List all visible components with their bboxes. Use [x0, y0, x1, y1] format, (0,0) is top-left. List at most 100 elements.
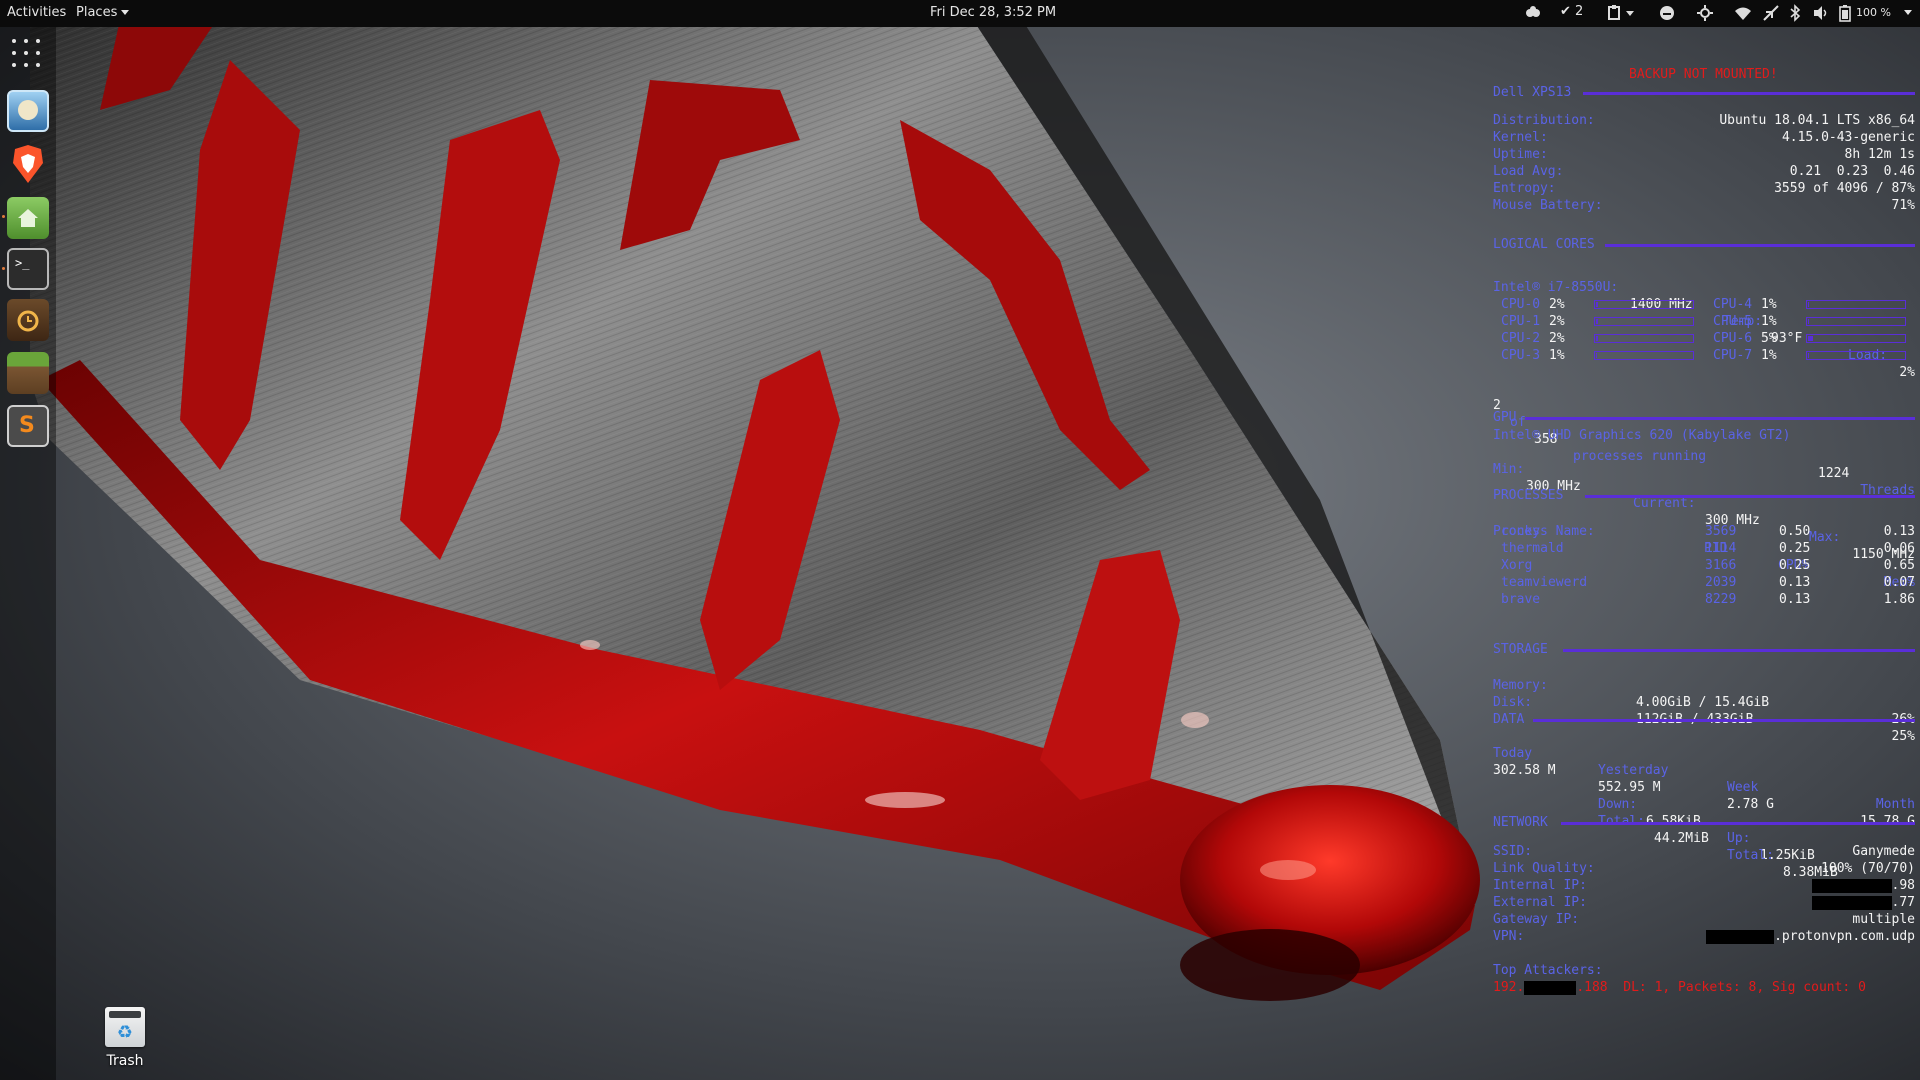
- gateway-label: Gateway IP:: [1493, 912, 1580, 927]
- clock[interactable]: Fri Dec 28, 3:52 PM: [930, 5, 1056, 20]
- threads-count: 1224: [1818, 466, 1850, 481]
- divider: [1525, 417, 1915, 420]
- backup-warning: BACKUP NOT MOUNTED!: [1629, 67, 1778, 82]
- cpu-value: 2%: [1549, 331, 1565, 346]
- volume-icon[interactable]: [1812, 4, 1830, 22]
- redacted-block: [1811, 895, 1892, 910]
- redacted-block: [1524, 980, 1577, 995]
- cpu-usage-fill: [1808, 319, 1809, 324]
- cpu-value: 2%: [1549, 314, 1565, 329]
- house-icon: [18, 209, 38, 227]
- cpu-usage-bar: [1806, 317, 1906, 326]
- cpu-usage-bar: [1594, 351, 1694, 360]
- cloud-sync-icon[interactable]: [1658, 4, 1676, 22]
- data-label-yesterday: Yesterday: [1598, 763, 1669, 778]
- sys-label: Kernel:: [1493, 130, 1548, 145]
- night-light-icon[interactable]: [1696, 4, 1714, 22]
- sys-value: 8h 12m 1s: [1844, 147, 1915, 162]
- gateway-value: multiple: [1852, 912, 1915, 927]
- cpu-usage-bar: [1806, 351, 1906, 360]
- cpu-label: CPU-2: [1501, 331, 1541, 346]
- table-row: teamviewerd 2039 0.13 0.07: [1493, 574, 1915, 591]
- cpu-usage-bar: [1594, 317, 1694, 326]
- process-name: brave: [1501, 592, 1541, 607]
- divider: [1561, 822, 1915, 825]
- home-folder-icon[interactable]: [7, 197, 49, 239]
- trash-label: Trash: [106, 1053, 144, 1069]
- ssid-value: Ganymede: [1852, 844, 1915, 859]
- process-pid: 2039: [1705, 575, 1737, 590]
- storage-header: STORAGE: [1493, 642, 1548, 657]
- process-pid: 1114: [1705, 541, 1737, 556]
- dock: >_ S: [0, 27, 56, 1080]
- terminal-icon[interactable]: >_: [7, 248, 49, 290]
- cpu-label: CPU-5: [1713, 314, 1753, 329]
- battery-icon[interactable]: [1838, 4, 1852, 22]
- tasks-count: 2: [1575, 4, 1584, 19]
- process-mem: 0.13: [1883, 524, 1915, 539]
- link-value: 100% (70/70): [1821, 861, 1915, 876]
- wifi-icon[interactable]: [1734, 4, 1752, 22]
- cpu-label: CPU-6: [1713, 331, 1753, 346]
- system-menu-arrow-icon[interactable]: [1904, 10, 1912, 15]
- cpu-value: 1%: [1549, 348, 1565, 363]
- table-row: Xorg 3166 0.25 0.65: [1493, 557, 1915, 574]
- alarm-clock-icon[interactable]: [7, 299, 49, 341]
- table-row: brave 8229 0.13 1.86: [1493, 591, 1915, 608]
- cpu-usage-bar: [1594, 334, 1694, 343]
- data-header: DATA: [1493, 712, 1525, 727]
- sys-label: Entropy:: [1493, 181, 1556, 196]
- cpu-value: 1%: [1761, 348, 1777, 363]
- check-icon: ✔: [1560, 4, 1571, 19]
- process-name: thermald: [1501, 541, 1564, 556]
- attacker-rest: .188 DL: 1, Packets: 8, Sig count: 0: [1576, 980, 1866, 995]
- chevron-down-icon: [121, 10, 130, 15]
- memory-value: 4.00GiB / 15.4GiB: [1636, 695, 1770, 710]
- process-pid: 3569: [1705, 524, 1737, 539]
- brave-browser-icon[interactable]: [7, 143, 49, 185]
- process-name: Xorg: [1501, 558, 1533, 573]
- cpu-label: CPU-3: [1501, 348, 1541, 363]
- cpu-value: 5%: [1761, 331, 1777, 346]
- external-ip-suffix: .77: [1891, 895, 1915, 910]
- redacted-block: [1706, 929, 1775, 944]
- cpu-usage-fill: [1596, 353, 1597, 358]
- bluetooth-icon[interactable]: [1788, 4, 1802, 22]
- tasks-indicator[interactable]: ✔ 2: [1560, 4, 1583, 22]
- places-menu[interactable]: Places: [76, 5, 130, 20]
- activities-button[interactable]: Activities: [7, 5, 66, 20]
- cpu-usage-bar: [1594, 300, 1694, 309]
- process-cpu: 0.25: [1779, 541, 1811, 556]
- battery-percent: 100 %: [1856, 6, 1891, 19]
- data-today: 302.58 M: [1493, 763, 1556, 778]
- link-label: Link Quality:: [1493, 861, 1595, 876]
- processes-header: PROCESSES: [1493, 488, 1564, 503]
- internal-ip-suffix: .98: [1891, 878, 1915, 893]
- cpu-label: CPU-7: [1713, 348, 1753, 363]
- places-label: Places: [76, 5, 118, 20]
- sublime-text-icon[interactable]: S: [7, 405, 49, 447]
- sys-value: 0.21 0.23 0.46: [1789, 164, 1915, 179]
- system-tool-icon[interactable]: [7, 90, 49, 132]
- cpu-usage-bar: [1806, 300, 1906, 309]
- minecraft-icon[interactable]: [7, 352, 49, 394]
- process-cpu: 0.25: [1779, 558, 1811, 573]
- attacker-prefix: 192.: [1493, 980, 1525, 995]
- trash-desktop-icon[interactable]: Trash: [100, 1007, 150, 1073]
- process-cpu: 0.13: [1779, 592, 1811, 607]
- airplane-mode-icon[interactable]: [1762, 4, 1780, 22]
- table-row: thermald 1114 0.25 0.06: [1493, 540, 1915, 557]
- running-indicator: [2, 267, 5, 270]
- app-grid-icon[interactable]: [12, 39, 44, 71]
- teamviewer-icon[interactable]: [1524, 4, 1542, 22]
- process-cpu: 0.13: [1779, 575, 1811, 590]
- s-glyph: S: [19, 413, 35, 438]
- sys-value: 4.15.0-43-generic: [1781, 130, 1915, 145]
- clipboard-icon[interactable]: [1606, 4, 1636, 22]
- gpu-header: GPU: [1493, 410, 1517, 425]
- cpu-usage-fill: [1596, 319, 1598, 324]
- cpu-label: CPU-1: [1501, 314, 1541, 329]
- process-name: conky: [1501, 524, 1541, 539]
- sys-label: Distribution:: [1493, 113, 1595, 128]
- top-panel: Activities Places Fri Dec 28, 3:52 PM ✔ …: [0, 0, 1920, 27]
